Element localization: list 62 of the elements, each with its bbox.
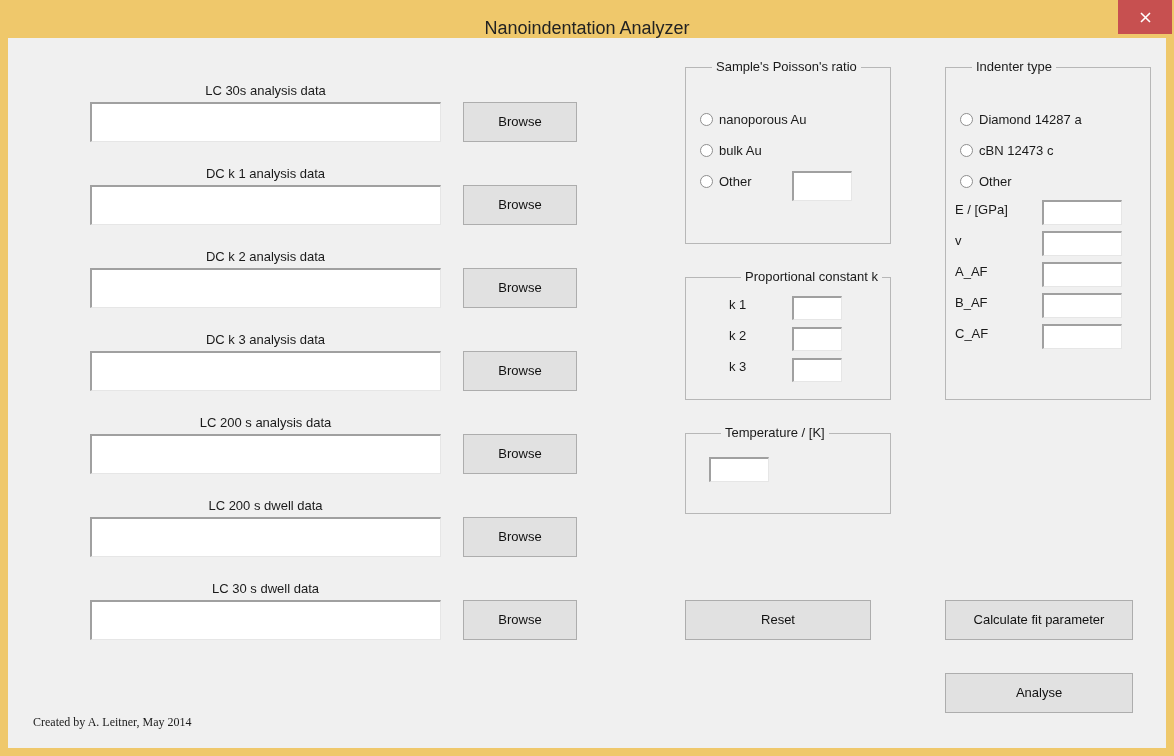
radio-label[interactable]: bulk Au [719,140,762,161]
group-title: Temperature / [K] [724,424,826,442]
browse-button[interactable]: Browse [463,434,577,474]
input-field[interactable] [1042,324,1122,349]
field-label: B_AF [955,293,989,312]
input-field[interactable] [90,102,441,142]
radio-label[interactable]: Other [719,171,752,192]
field-label: LC 200 s dwell data [208,497,323,515]
browse-button[interactable]: Browse [463,351,577,391]
group-title: Sample's Poisson's ratio [715,58,858,76]
browse-button[interactable]: Browse [463,600,577,640]
input-field[interactable] [1042,200,1122,225]
field-label: C_AF [955,324,990,343]
field-label: DC k 2 analysis data [205,248,326,266]
radio-button[interactable] [700,144,713,157]
radio-button[interactable] [700,113,713,126]
input-field[interactable] [792,170,852,201]
field-label: A_AF [955,262,989,281]
input-field[interactable] [90,600,441,640]
radio-button[interactable] [960,144,973,157]
group-title: Proportional constant k [744,268,879,286]
radio-label[interactable]: cBN 12473 c [979,140,1054,161]
input-field[interactable] [90,185,441,225]
field-label: E / [GPa] [955,200,1009,219]
field-label: DC k 1 analysis data [205,165,326,183]
radio-label[interactable]: Other [979,171,1012,192]
field-label: LC 30 s dwell data [212,580,319,598]
close-icon [1139,11,1151,23]
browse-button[interactable]: Browse [463,185,577,225]
browse-button[interactable]: Browse [463,268,577,308]
footer-text: Created by A. Leitner, May 2014 [33,714,193,731]
close-button[interactable] [1118,0,1172,34]
input-field[interactable] [1042,231,1122,256]
field-label: LC 30s analysis data [205,82,326,100]
radio-label[interactable]: nanoporous Au [719,109,807,130]
input-field[interactable] [90,351,441,391]
group-title: Indenter type [975,58,1053,76]
input-field[interactable] [1042,262,1122,287]
input-field[interactable] [90,434,441,474]
field-label: v [955,231,963,250]
field-label: DC k 3 analysis data [205,331,326,349]
input-field[interactable] [90,268,441,308]
input-field[interactable] [792,357,842,382]
input-field[interactable] [792,295,842,320]
browse-button[interactable]: Browse [463,102,577,142]
input-field[interactable] [709,457,769,482]
field-label: k 1 [729,295,748,314]
window-title: Nanoindentation Analyzer [483,19,691,37]
radio-label[interactable]: Diamond 14287 a [979,109,1082,130]
input-field[interactable] [1042,293,1122,318]
radio-button[interactable] [960,175,973,188]
analyse-button[interactable]: Analyse [945,673,1133,713]
radio-button[interactable] [960,113,973,126]
input-field[interactable] [792,326,842,351]
browse-button[interactable]: Browse [463,517,577,557]
field-label: LC 200 s analysis data [199,414,332,432]
input-field[interactable] [90,517,441,557]
field-label: k 2 [729,326,748,345]
field-label: k 3 [729,357,748,376]
calculate-button[interactable]: Calculate fit parameter [945,600,1133,640]
reset-button[interactable]: Reset [685,600,871,640]
radio-button[interactable] [700,175,713,188]
